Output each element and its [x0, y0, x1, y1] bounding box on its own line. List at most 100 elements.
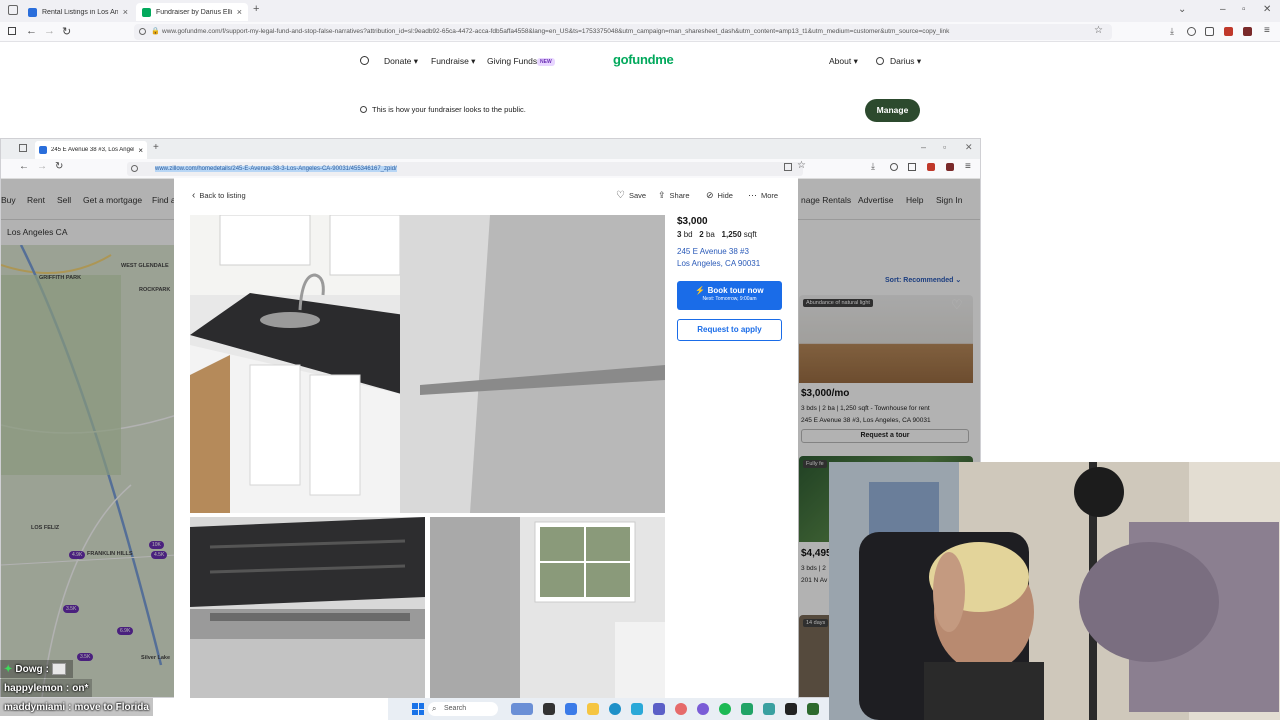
listing-detail-modal: ‹ Back to listing ♡ Save ⇪ Share ⊘ Hide … — [174, 178, 798, 698]
lock-icon[interactable]: 🔒 — [151, 24, 160, 40]
tab-list-chevron-icon[interactable]: ⌄ — [1178, 4, 1186, 15]
back-icon[interactable]: ← — [26, 25, 37, 37]
gofundme-logo[interactable]: gofundme — [613, 52, 674, 67]
back-to-listing-button[interactable]: ‹ Back to listing — [192, 190, 246, 201]
share-button[interactable]: ⇪ Share — [658, 190, 690, 201]
back-icon[interactable]: ← — [19, 161, 29, 172]
terminal-icon[interactable] — [807, 703, 819, 715]
maximize-icon[interactable]: ▫ — [943, 142, 946, 152]
reader-view-icon[interactable] — [784, 163, 792, 171]
chat-username: maddymiami — [4, 701, 66, 713]
request-to-apply-button[interactable]: Request to apply — [677, 319, 782, 341]
about-menu[interactable]: About ▾ — [829, 56, 858, 67]
menu-icon[interactable]: ≡ — [965, 161, 971, 172]
maximize-icon[interactable]: ▫ — [1242, 4, 1246, 15]
fundraise-menu[interactable]: Fundraise ▾ — [431, 56, 475, 67]
url-bar[interactable]: 🔒 www.gofundme.com/f/support-my-legal-fu… — [134, 24, 1112, 40]
user-name: Darius — [890, 56, 915, 66]
reload-icon[interactable]: ↻ — [55, 161, 63, 172]
close-tab-icon[interactable]: × — [237, 7, 242, 17]
minimize-icon[interactable]: – — [921, 142, 926, 152]
extension-megaphone-icon[interactable] — [946, 163, 954, 171]
user-icon — [876, 57, 884, 65]
giving-funds-link[interactable]: Giving Funds — [487, 56, 537, 66]
account-icon[interactable] — [890, 163, 898, 171]
chat-message: ✦ Dowg: — [0, 660, 73, 678]
teams-icon[interactable] — [653, 703, 665, 715]
url-bar[interactable]: www.zillow.com/homedetails/245-E-Avenue-… — [127, 162, 803, 176]
taskbar-search-box[interactable]: ⌕ Search — [428, 702, 498, 716]
store-icon[interactable] — [631, 703, 643, 715]
spotify-icon[interactable] — [719, 703, 731, 715]
manage-button[interactable]: Manage — [865, 99, 920, 122]
extension-megaphone-icon[interactable] — [1243, 27, 1252, 36]
reload-icon[interactable]: ↻ — [62, 25, 71, 38]
hide-button[interactable]: ⊘ Hide — [706, 190, 733, 201]
save-button[interactable]: ♡ Save — [616, 190, 646, 201]
file-explorer-icon[interactable] — [587, 703, 599, 715]
extensions-icon[interactable] — [908, 163, 916, 171]
task-view-icon[interactable] — [543, 703, 555, 715]
window-photo — [430, 517, 665, 698]
more-button[interactable]: ⋯ More — [748, 190, 778, 201]
new-tab-icon[interactable]: + — [153, 142, 159, 153]
tab-zillow-listing[interactable]: 245 E Avenue 38 #3, Los Angel × — [35, 141, 147, 159]
opera-icon[interactable] — [675, 703, 687, 715]
outer-tab-bar: Rental Listings in Los Angeles C × Fundr… — [0, 0, 1280, 22]
account-icon[interactable] — [1187, 27, 1196, 36]
shield-icon[interactable] — [139, 28, 146, 35]
widgets-icon[interactable] — [511, 703, 533, 715]
bookmark-star-icon[interactable]: ☆ — [1094, 25, 1103, 36]
search-icon: ⌕ — [432, 704, 437, 713]
new-tab-icon[interactable]: + — [253, 3, 259, 15]
excel-icon[interactable] — [741, 703, 753, 715]
copilot-icon[interactable] — [565, 703, 577, 715]
tab-title: 245 E Avenue 38 #3, Los Angel — [51, 147, 135, 153]
eye-icon — [360, 106, 367, 113]
minimize-icon[interactable]: – — [1220, 4, 1226, 15]
close-window-icon[interactable]: ✕ — [965, 142, 973, 153]
back-label: Back to listing — [199, 191, 246, 200]
tab-title: Fundraiser by Darius Ellis : Supp — [156, 8, 232, 16]
close-tab-icon[interactable]: × — [138, 146, 143, 155]
donate-menu[interactable]: Donate ▾ — [384, 56, 418, 67]
app-icon[interactable] — [763, 703, 775, 715]
chat-message: happylemon: on* — [0, 679, 93, 697]
tab-overview-icon[interactable] — [8, 5, 18, 15]
bookmark-star-icon[interactable]: ☆ — [797, 160, 806, 171]
shield-icon[interactable] — [131, 165, 138, 172]
webcam-feed — [829, 462, 1280, 720]
chat-colon: : — [65, 682, 70, 694]
close-tab-icon[interactable]: × — [123, 7, 128, 17]
tab-overview-icon[interactable] — [19, 144, 27, 152]
search-icon[interactable] — [360, 56, 369, 65]
discord-icon[interactable] — [697, 703, 709, 715]
menu-icon[interactable]: ≡ — [1264, 25, 1270, 36]
extension-icon[interactable] — [1224, 27, 1233, 36]
listing-price: $3,000 — [677, 216, 708, 227]
address-line-2[interactable]: Los Angeles, CA 90031 — [677, 259, 760, 268]
windows-start-icon[interactable] — [412, 703, 424, 715]
listing-photo-window[interactable] — [430, 517, 665, 698]
extension-icon[interactable] — [927, 163, 935, 171]
obs-icon[interactable] — [785, 703, 797, 715]
tab-fundraiser[interactable]: Fundraiser by Darius Ellis : Supp × — [136, 3, 248, 21]
user-menu[interactable]: Darius ▾ — [890, 56, 921, 67]
download-icon[interactable]: ⤓ — [1170, 26, 1174, 37]
download-icon[interactable]: ⤓ — [871, 161, 875, 172]
windows-taskbar: ⌕ Search — [388, 698, 829, 720]
close-window-icon[interactable]: ✕ — [1263, 4, 1271, 15]
sidebar-toggle-icon[interactable] — [8, 27, 16, 35]
forward-icon[interactable]: → — [44, 25, 55, 37]
listing-photo-main[interactable] — [190, 215, 665, 513]
forward-icon[interactable]: → — [37, 161, 47, 172]
public-view-notice: This is how your fundraiser looks to the… — [372, 105, 526, 114]
book-tour-button[interactable]: ⚡ Book tour now Next: Tomorrow, 9:00am — [677, 281, 782, 310]
more-dots-icon: ⋯ — [748, 190, 757, 200]
chat-colon: : — [68, 701, 72, 713]
extensions-icon[interactable] — [1205, 27, 1214, 36]
edge-icon[interactable] — [609, 703, 621, 715]
tab-rental-listings[interactable]: Rental Listings in Los Angeles C × — [22, 3, 134, 21]
address-line-1[interactable]: 245 E Avenue 38 #3 — [677, 247, 749, 256]
stream-chat-overlay: ✦ Dowg: happylemon: on* maddymiami: move… — [0, 660, 388, 718]
